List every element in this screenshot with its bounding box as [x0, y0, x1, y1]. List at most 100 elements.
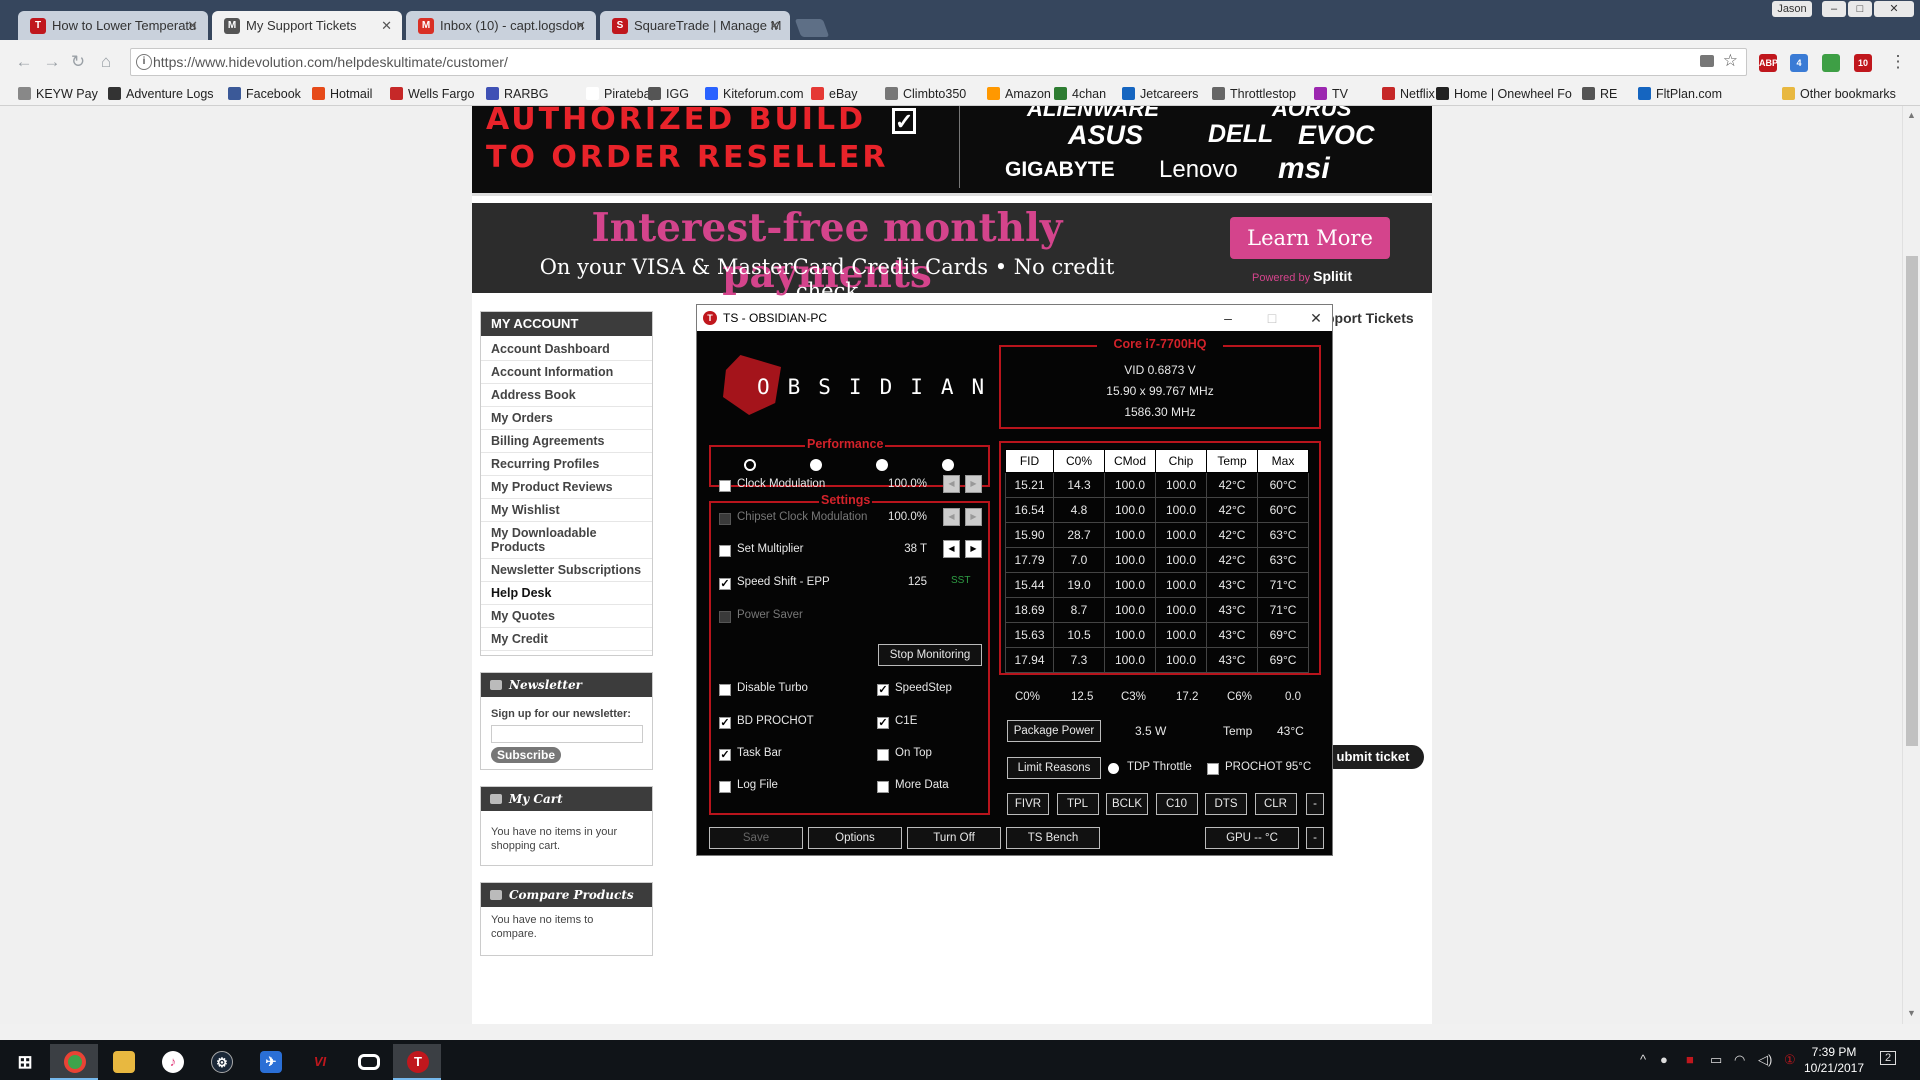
- stop-monitoring-button[interactable]: Stop Monitoring: [878, 644, 982, 666]
- bookmark-amazon[interactable]: Amazon: [987, 82, 1051, 106]
- bookmark-4chan[interactable]: 4chan: [1054, 82, 1106, 106]
- forward-icon[interactable]: →: [42, 52, 62, 72]
- performance-profile-1-radio[interactable]: [744, 459, 756, 471]
- tab-close-icon[interactable]: ✕: [575, 11, 586, 40]
- browser-tab-active[interactable]: M My Support Tickets ✕: [212, 11, 402, 40]
- bookmark-wells-fargo[interactable]: Wells Fargo: [390, 82, 474, 106]
- tray-expand-icon[interactable]: ^: [1640, 1052, 1646, 1067]
- scroll-down-icon[interactable]: ▼: [1907, 1008, 1916, 1018]
- options-minus-button[interactable]: -: [1306, 793, 1324, 815]
- bd-prochot-checkbox[interactable]: ✓: [719, 717, 731, 729]
- set-multiplier-checkbox[interactable]: [719, 545, 731, 557]
- action-center-icon[interactable]: 2: [1880, 1051, 1897, 1065]
- home-icon[interactable]: ⌂: [96, 52, 116, 72]
- sidebar-item-address-book[interactable]: Address Book: [481, 384, 652, 407]
- bookmark-igg[interactable]: IGG: [648, 82, 689, 106]
- tab-close-icon[interactable]: ✕: [381, 11, 392, 40]
- other-bookmarks[interactable]: Other bookmarks: [1782, 82, 1896, 106]
- gpu-temp-button[interactable]: GPU -- °C: [1205, 827, 1299, 849]
- steam-tray-icon[interactable]: ●: [1660, 1052, 1668, 1067]
- performance-profile-4-radio[interactable]: [942, 459, 954, 471]
- tab-close-icon[interactable]: ✕: [769, 11, 780, 40]
- battery-icon[interactable]: ▭: [1710, 1052, 1722, 1068]
- minimize-button[interactable]: –: [1822, 1, 1846, 17]
- more-data-checkbox[interactable]: [877, 781, 889, 793]
- task-bar-checkbox[interactable]: ✓: [719, 749, 731, 761]
- speed-shift-epp-checkbox[interactable]: ✓: [719, 578, 731, 590]
- bookmark-hotmail[interactable]: Hotmail: [312, 82, 372, 106]
- taskbar-oculus[interactable]: [344, 1044, 392, 1080]
- sidebar-item-my-quotes[interactable]: My Quotes: [481, 605, 652, 628]
- taskbar-itunes[interactable]: ♪: [148, 1044, 196, 1080]
- scroll-thumb[interactable]: [1906, 256, 1918, 746]
- taskbar-clock[interactable]: 7:39 PM 10/21/2017: [1796, 1044, 1872, 1076]
- bookmark-jetcareers[interactable]: Jetcareers: [1122, 82, 1198, 106]
- sidebar-item-my-downloadable-products[interactable]: My Downloadable Products: [481, 522, 652, 559]
- package-power-button[interactable]: Package Power: [1007, 720, 1101, 742]
- limit-reasons-button[interactable]: Limit Reasons: [1007, 757, 1101, 779]
- bookmark-facebook[interactable]: Facebook: [228, 82, 301, 106]
- taskbar-steam[interactable]: ⚙: [197, 1044, 245, 1080]
- bookmark-fltplan-com[interactable]: FltPlan.com: [1638, 82, 1722, 106]
- newsletter-email-input[interactable]: [491, 725, 643, 743]
- c10-button[interactable]: C10: [1155, 793, 1198, 815]
- sidebar-item-account-dashboard[interactable]: Account Dashboard: [481, 338, 652, 361]
- subscribe-button[interactable]: Subscribe: [491, 747, 562, 763]
- bclk-button[interactable]: BCLK: [1106, 793, 1148, 815]
- sidebar-item-my-orders[interactable]: My Orders: [481, 407, 652, 430]
- site-info-icon[interactable]: i: [136, 54, 152, 70]
- scroll-up-icon[interactable]: ▲: [1907, 110, 1916, 120]
- bookmark-adventure-logs[interactable]: Adventure Logs: [108, 82, 214, 106]
- bookmark-tv[interactable]: TV: [1314, 82, 1348, 106]
- sidebar-item-my-product-reviews[interactable]: My Product Reviews: [481, 476, 652, 499]
- bookmark-throttlestop[interactable]: Throttlestop: [1212, 82, 1296, 106]
- bookmark-kiteforum-com[interactable]: Kiteforum.com: [705, 82, 804, 106]
- page-scrollbar[interactable]: ▲ ▼: [1902, 106, 1920, 1024]
- back-icon[interactable]: ←: [14, 52, 34, 72]
- prochot95-checkbox[interactable]: [1207, 763, 1219, 775]
- wifi-icon[interactable]: ◠: [1734, 1052, 1745, 1068]
- browser-tab[interactable]: T How to Lower Temperatu ✕: [18, 11, 208, 40]
- bookmark-netflix[interactable]: Netflix: [1382, 82, 1435, 106]
- clock-modulation-checkbox[interactable]: [719, 480, 731, 492]
- speedstep-checkbox[interactable]: ✓: [877, 684, 889, 696]
- extension-icon[interactable]: 4: [1790, 54, 1808, 72]
- c1e-checkbox[interactable]: ✓: [877, 717, 889, 729]
- taskbar-chrome[interactable]: [50, 1044, 98, 1080]
- taskbar-explorer[interactable]: [99, 1044, 147, 1080]
- bookmark-re[interactable]: RE: [1582, 82, 1617, 106]
- chrome-extension-icon[interactable]: [1822, 54, 1840, 72]
- profile-button[interactable]: Jason: [1772, 1, 1812, 17]
- bookmark-star-icon[interactable]: ☆: [1723, 51, 1738, 71]
- sidebar-item-billing-agreements[interactable]: Billing Agreements: [481, 430, 652, 453]
- options-button[interactable]: Options: [808, 827, 902, 849]
- alert-tray-icon[interactable]: ①: [1784, 1052, 1796, 1068]
- taskbar-throttlestop[interactable]: T: [393, 1044, 441, 1080]
- tpl-button[interactable]: TPL: [1056, 793, 1099, 815]
- start-button[interactable]: ⊞: [0, 1044, 48, 1080]
- bookmark-keyw-pay[interactable]: KEYW Pay: [18, 82, 98, 106]
- taskbar-app[interactable]: ✈: [246, 1044, 294, 1080]
- browser-tab[interactable]: S SquareTrade | Manage M ✕: [600, 11, 790, 40]
- throttlestop-window[interactable]: T TS - OBSIDIAN-PC – □ ✕ OBSIDIAN Core i…: [696, 304, 1333, 856]
- decrease-set-multiplier-button[interactable]: ◀: [943, 540, 960, 558]
- url-text[interactable]: https://www.hidevolution.com/helpdeskult…: [153, 49, 508, 75]
- fivr-button[interactable]: FIVR: [1007, 793, 1049, 815]
- sidebar-item-recurring-profiles[interactable]: Recurring Profiles: [481, 453, 652, 476]
- log-file-checkbox[interactable]: [719, 781, 731, 793]
- mail-extension-icon[interactable]: 10: [1854, 54, 1872, 72]
- bookmark-rarbg[interactable]: RARBG: [486, 82, 548, 106]
- maximize-button[interactable]: □: [1848, 1, 1872, 17]
- bookmark-ebay[interactable]: eBay: [811, 82, 858, 106]
- ts-titlebar[interactable]: T TS - OBSIDIAN-PC – □ ✕: [697, 305, 1332, 331]
- sidebar-item-my-credit[interactable]: My Credit: [481, 628, 652, 651]
- sidebar-item-my-wishlist[interactable]: My Wishlist: [481, 499, 652, 522]
- on-top-checkbox[interactable]: [877, 749, 889, 761]
- increase-set-multiplier-button[interactable]: ▶: [965, 540, 982, 558]
- clr-button[interactable]: CLR: [1254, 793, 1297, 815]
- sidebar-item-account-information[interactable]: Account Information: [481, 361, 652, 384]
- bookmark-piratebay[interactable]: Piratebay: [586, 82, 657, 106]
- submit-ticket-button[interactable]: ubmit ticket: [1322, 745, 1424, 769]
- browser-tab[interactable]: M Inbox (10) - capt.logsdon ✕: [406, 11, 596, 40]
- learn-more-button[interactable]: Learn More: [1230, 217, 1390, 259]
